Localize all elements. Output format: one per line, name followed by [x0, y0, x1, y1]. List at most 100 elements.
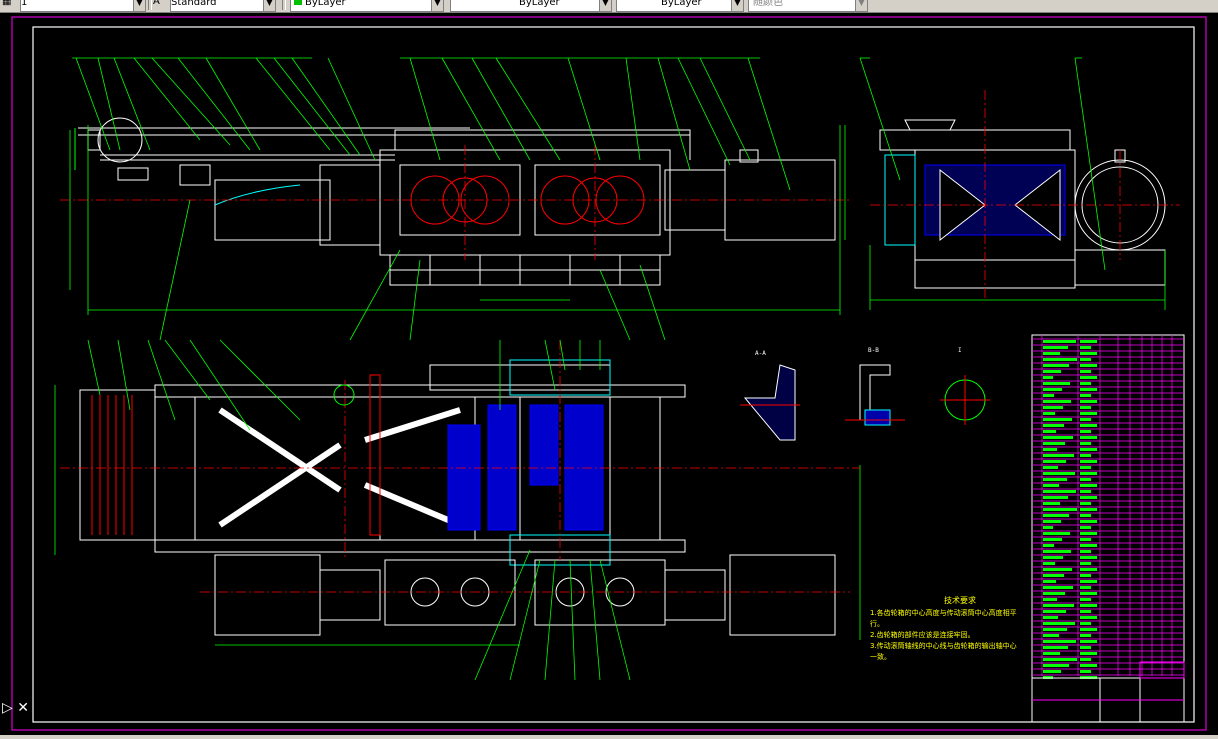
part-row-bar: [1043, 448, 1057, 451]
chevron-down-icon[interactable]: ▼: [263, 0, 275, 11]
part-row-bar: [1043, 574, 1064, 577]
part-row-bar: [1080, 382, 1091, 385]
layer-value: 1: [21, 0, 28, 8]
part-row-bar: [1080, 460, 1097, 463]
front-elevation-view: [74, 117, 836, 286]
color-value: ByLayer: [305, 0, 346, 8]
part-row-bar: [1043, 508, 1077, 511]
part-row-bar: [1043, 352, 1060, 355]
layer-dropdown[interactable]: 1 ▼: [20, 0, 146, 12]
part-row-bar: [1043, 568, 1072, 571]
chevron-down-icon[interactable]: ▼: [599, 0, 611, 11]
part-row-bar: [1043, 442, 1065, 445]
part-row-bar: [1080, 502, 1091, 505]
color-swatch-icon: [294, 0, 302, 5]
part-row-bar: [1043, 604, 1074, 607]
part-row-bar: [1043, 358, 1077, 361]
part-row-bar: [1080, 622, 1091, 625]
part-row-bar: [1080, 664, 1097, 667]
chevron-down-icon[interactable]: ▼: [133, 0, 145, 11]
part-row-bar: [1080, 406, 1091, 409]
part-row-bar: [1080, 478, 1091, 481]
part-row-bar: [1043, 526, 1053, 529]
color-dropdown[interactable]: ByLayer ▼: [290, 0, 444, 12]
part-row-bar: [1080, 364, 1097, 367]
chevron-down-icon[interactable]: ▼: [431, 0, 443, 11]
part-row-bar: [1043, 562, 1055, 565]
plotstyle-dropdown[interactable]: 随颜色 ▼: [748, 0, 868, 12]
detail-marker: [333, 384, 355, 406]
section-details: [740, 364, 990, 441]
linetype-dropdown[interactable]: ByLayer ▼: [450, 0, 612, 12]
part-row-bar: [1080, 610, 1091, 613]
part-row-bar: [1080, 538, 1091, 541]
drawing-canvas[interactable]: A-A B-B I: [0, 13, 1218, 735]
cad-drawing[interactable]: A-A B-B I: [0, 13, 1218, 735]
part-row-bar: [1043, 634, 1059, 637]
linetype-value: ByLayer: [519, 0, 560, 8]
part-row-bar: [1080, 448, 1097, 451]
part-row-bar: [1080, 580, 1097, 583]
part-row-bar: [1080, 514, 1091, 517]
tech-req-line: 1.各齿轮箱的中心高度与传动滚筒中心高度相平: [870, 609, 1017, 617]
command-line[interactable]: [0, 735, 1218, 739]
part-row-bar: [1043, 424, 1064, 427]
part-row-bar: [1080, 652, 1097, 655]
part-row-bar: [1043, 658, 1077, 661]
part-row-bar: [1080, 388, 1097, 391]
part-row-bar: [1080, 436, 1097, 439]
part-row-bar: [1043, 640, 1076, 643]
chevron-down-icon[interactable]: ▼: [731, 0, 743, 11]
parts-list-table: [1031, 334, 1185, 723]
section-labels: A-A B-B I: [755, 347, 962, 357]
part-row-bar: [1080, 640, 1097, 643]
part-row-bar: [1043, 418, 1072, 421]
part-row-bar: [1080, 466, 1091, 469]
part-row-bar: [1080, 586, 1091, 589]
part-row-bar: [1080, 424, 1097, 427]
part-row-bar: [1080, 412, 1097, 415]
part-row-bar: [1080, 376, 1097, 379]
part-row-bar: [1043, 376, 1053, 379]
part-row-bar: [1043, 370, 1061, 373]
textstyle-value: Standard: [171, 0, 217, 8]
part-row-bar: [1043, 538, 1062, 541]
part-row-bar: [1043, 532, 1070, 535]
part-row-bar: [1043, 550, 1071, 553]
part-row-bar: [1080, 616, 1097, 619]
part-row-bar: [1080, 418, 1091, 421]
part-row-bar: [1080, 346, 1091, 349]
part-row-bar: [1043, 610, 1066, 613]
textstyle-icon[interactable]: A: [153, 0, 167, 10]
part-row-bar: [1080, 526, 1091, 529]
layer-manager-icon[interactable]: ▦: [2, 0, 16, 10]
side-view: [879, 119, 1166, 289]
section-label-i: I: [958, 347, 962, 354]
part-row-bar: [1043, 412, 1055, 415]
part-row-bar: [1043, 586, 1073, 589]
ucs-icon: ▷ ✕: [2, 700, 29, 716]
dimension-lines-top: [69, 57, 846, 341]
lineweight-dropdown[interactable]: ByLayer ▼: [616, 0, 744, 12]
plotstyle-value: 随颜色: [753, 0, 783, 8]
part-row-bar: [1043, 346, 1068, 349]
part-row-bar: [1043, 460, 1066, 463]
drive-units: [214, 554, 836, 636]
properties-toolbar: ▦ 1 ▼ A Standard ▼ ByLayer ▼ ByLayer ▼ B…: [0, 0, 1218, 13]
part-row-bar: [1043, 490, 1076, 493]
part-row-bar: [1043, 364, 1069, 367]
part-row-bar: [1043, 394, 1054, 397]
part-row-bar: [1080, 574, 1091, 577]
part-row-bar: [1080, 634, 1091, 637]
center-lines-top: [60, 145, 850, 260]
tech-req-title: 技术要求: [944, 596, 976, 605]
part-row-bar: [1080, 544, 1097, 547]
part-row-bar: [1080, 394, 1091, 397]
textstyle-dropdown[interactable]: Standard ▼: [170, 0, 276, 12]
part-row-bar: [1043, 340, 1076, 343]
part-row-bar: [1080, 598, 1091, 601]
chevron-down-icon[interactable]: ▼: [855, 0, 867, 11]
part-row-bar: [1043, 430, 1056, 433]
part-row-bar: [1080, 358, 1091, 361]
part-row-bar: [1043, 496, 1068, 499]
